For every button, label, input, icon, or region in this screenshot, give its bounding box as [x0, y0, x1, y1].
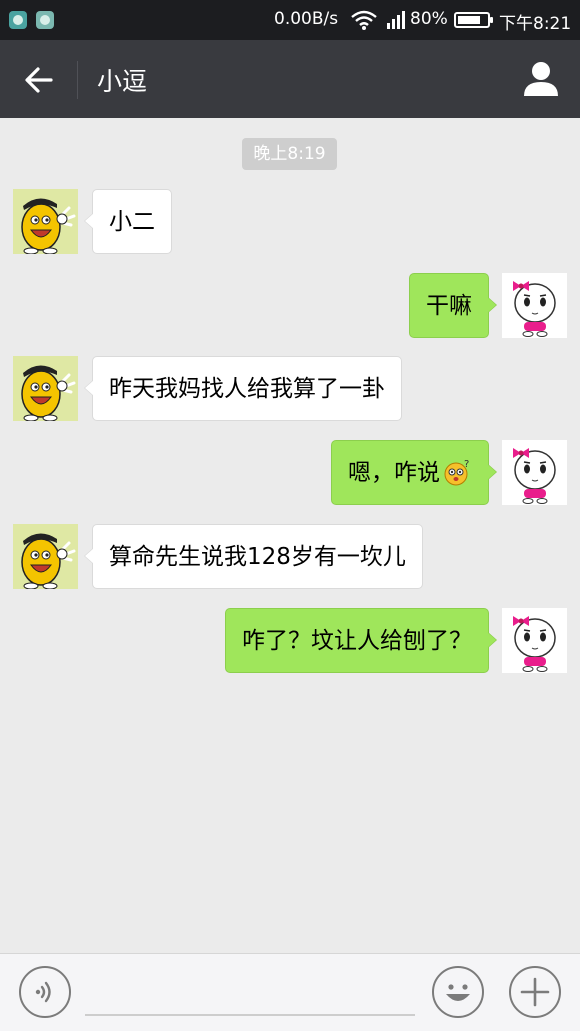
message-bubble-sent[interactable]: 干嘛	[409, 273, 497, 338]
confused-face-emoji: ?	[444, 459, 469, 485]
more-button[interactable]	[509, 966, 561, 1018]
message-bubble-received[interactable]: 算命先生说我128岁有一坎儿	[84, 524, 423, 589]
bean-character-icon	[21, 533, 76, 589]
contact-avatar[interactable]	[13, 356, 78, 421]
contact-avatar[interactable]	[13, 524, 78, 589]
message-text: 嗯，咋说	[348, 460, 440, 486]
emoji-button[interactable]	[432, 966, 484, 1018]
voice-icon	[35, 981, 51, 1003]
network-speed: 0.00B/s	[274, 9, 339, 29]
battery-percent: 80%	[410, 9, 448, 29]
bow-girl-character-icon	[513, 616, 556, 672]
message-bubble-received[interactable]: 昨天我妈找人给我算了一卦	[84, 356, 402, 421]
bow-girl-character-icon	[513, 448, 556, 504]
battery-level	[458, 16, 481, 24]
battery-icon	[454, 12, 493, 28]
title-divider	[77, 61, 78, 99]
chat-title: 小逗	[97, 67, 148, 96]
status-bar: 0.00B/s 80% 下午8:21	[0, 0, 580, 40]
arrow-left-icon[interactable]	[18, 60, 60, 100]
message-bubble-sent[interactable]: 咋了？坟让人给刨了？	[225, 608, 497, 673]
bow-girl-character-icon	[513, 281, 556, 337]
voice-button[interactable]	[19, 966, 71, 1018]
message-bubble-received[interactable]: 小二	[84, 189, 172, 254]
my-avatar[interactable]	[502, 273, 567, 338]
contact-avatar[interactable]	[13, 189, 78, 254]
wifi-icon	[351, 10, 377, 30]
plus-icon	[520, 977, 550, 1007]
message-input[interactable]	[85, 968, 415, 1016]
app-notification-icon	[9, 11, 27, 29]
my-avatar[interactable]	[502, 440, 567, 505]
message-timestamp: 晚上8:19	[242, 138, 337, 170]
input-bar	[0, 953, 580, 1031]
message-bubble-sent[interactable]: 嗯，咋说 ?	[331, 440, 497, 505]
my-avatar[interactable]	[502, 608, 567, 673]
svg-text:?: ?	[464, 459, 469, 470]
app-notification-icon	[36, 11, 54, 29]
person-icon[interactable]	[520, 60, 562, 98]
clock: 下午8:21	[499, 14, 572, 34]
bean-character-icon	[21, 365, 76, 421]
title-bar: 小逗	[0, 40, 580, 118]
bean-character-icon	[21, 198, 76, 254]
smiley-icon	[446, 984, 470, 1001]
signal-icon	[387, 11, 405, 29]
